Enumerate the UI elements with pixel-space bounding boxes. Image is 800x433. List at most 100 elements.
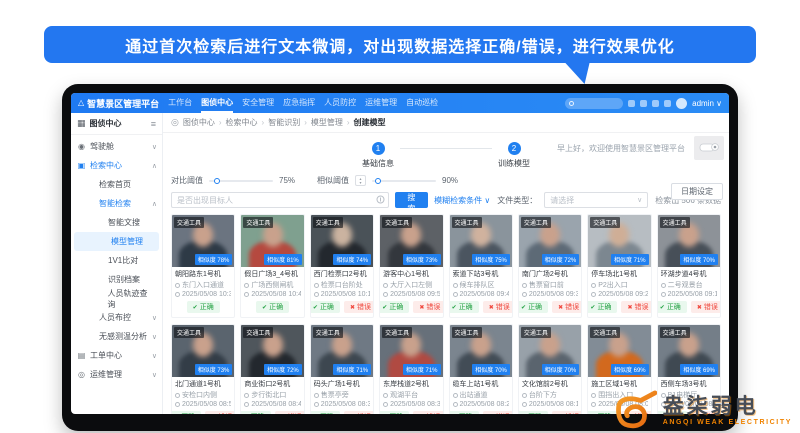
detection-photo[interactable]: 交通工具 相似度 72% — [241, 325, 304, 377]
breadcrumb-item[interactable]: 模型管理 — [311, 117, 343, 128]
wrong-button[interactable]: ✖错误 — [274, 411, 304, 414]
wrong-button[interactable]: ✖错误 — [413, 301, 443, 313]
sidebar-item-检索首页[interactable]: 检索首页 — [71, 175, 162, 194]
sidebar-item-人员轨迹查询[interactable]: 人员轨迹查询 — [71, 289, 162, 309]
correct-button[interactable]: ✔正确 — [657, 301, 687, 313]
result-card[interactable]: 交通工具 相似度 75% 索道下站3号机 候车排队区 2025/05/08 09… — [448, 214, 513, 318]
correct-button[interactable]: ✔正确 — [380, 411, 410, 414]
header-search-input[interactable] — [565, 97, 624, 109]
detection-photo[interactable]: 交通工具 相似度 73% — [380, 215, 443, 267]
sidebar-item-1V1比对[interactable]: 1V1比对 — [71, 251, 162, 270]
result-card[interactable]: 交通工具 相似度 72% 商业街口2号机 步行街北口 2025/05/08 08… — [240, 324, 305, 414]
breadcrumb-item[interactable]: 创建模型 — [354, 117, 386, 128]
detection-photo[interactable]: 交通工具 相似度 70% — [657, 215, 720, 267]
top-nav-item[interactable]: 工作台 — [168, 94, 192, 113]
detection-photo[interactable]: 交通工具 相似度 70% — [518, 325, 582, 377]
result-card[interactable]: 交通工具 相似度 71% 码头广场1号机 售票亭旁 2025/05/08 08:… — [309, 324, 375, 414]
correct-button[interactable]: ✔正确 — [256, 301, 290, 313]
correct-button[interactable]: ✔正确 — [380, 301, 410, 313]
wrong-button[interactable]: ✖错误 — [482, 301, 512, 313]
stepper-down-icon[interactable]: ▾ — [360, 180, 362, 185]
correct-button[interactable]: ✔正确 — [186, 301, 220, 313]
correct-button[interactable]: ✔正确 — [172, 411, 202, 414]
correct-button[interactable]: ✔正确 — [310, 301, 340, 313]
threshold2-stepper[interactable]: ▴ ▾ — [355, 175, 367, 186]
username[interactable]: admin ∨ — [692, 99, 722, 108]
top-nav-item[interactable]: 图侦中心 — [201, 94, 234, 113]
top-nav-item[interactable]: 应急指挥 — [283, 94, 315, 113]
sidebar-item-智能检索[interactable]: 智能检索 ∧ — [71, 194, 162, 213]
detection-photo[interactable]: 交通工具 相似度 69% — [657, 325, 720, 377]
detection-photo[interactable]: 交通工具 相似度 71% — [588, 215, 651, 267]
result-card[interactable]: 交通工具 相似度 70% 缆车上站1号机 出站通道 2025/05/08 08:… — [448, 324, 513, 414]
threshold1-slider[interactable] — [209, 177, 273, 184]
wrong-button[interactable]: ✖错误 — [690, 301, 720, 313]
correct-button[interactable]: ✔正确 — [449, 301, 479, 313]
correct-button[interactable]: ✔正确 — [449, 411, 479, 414]
result-card[interactable]: 交通工具 相似度 72% 南门广场2号机 售票窗口前 2025/05/08 09… — [517, 214, 583, 318]
attachment-icon[interactable] — [376, 195, 385, 204]
module-grid-icon[interactable]: ▦ — [77, 118, 86, 129]
wrong-button[interactable]: ✖错误 — [621, 301, 651, 313]
sidebar-item-运维管理[interactable]: ◎ 运维管理 ∨ — [71, 365, 162, 384]
threshold2-slider[interactable] — [372, 177, 437, 184]
avatar[interactable] — [676, 97, 688, 109]
file-type-select[interactable]: 请选择 ∨ — [544, 192, 649, 208]
wrong-button[interactable]: ✖错误 — [205, 411, 235, 414]
wrong-button[interactable]: ✖错误 — [413, 411, 443, 414]
correct-button[interactable]: ✔正确 — [518, 411, 549, 414]
breadcrumb-item[interactable]: 检索中心 — [226, 117, 258, 128]
result-card[interactable]: 交通工具 相似度 74% 西门检票口2号机 检票口台阶处 2025/05/08 … — [309, 214, 375, 318]
correct-button[interactable]: ✔正确 — [588, 301, 618, 313]
result-card[interactable]: 交通工具 相似度 70% 环湖步道4号机 二号观景台 2025/05/08 09… — [656, 214, 721, 318]
detection-photo[interactable]: 交通工具 相似度 69% — [588, 325, 651, 377]
detection-photo[interactable]: 交通工具 相似度 71% — [310, 325, 374, 377]
result-card[interactable]: 交通工具 相似度 81% 假日广场3_4号机 广场西侧闸机 2025/05/08… — [240, 214, 305, 318]
sidebar-item-人员布控[interactable]: 人员布控 ∨ — [71, 308, 162, 327]
correct-button[interactable]: ✔正确 — [518, 301, 549, 313]
sidebar-item-工单中心[interactable]: ▤ 工单中心 ∨ — [71, 346, 162, 365]
top-nav-item[interactable]: 运维管理 — [365, 94, 397, 113]
wrong-button[interactable]: ✖错误 — [552, 411, 582, 414]
sidebar-item-识别档案[interactable]: 识别档案 — [71, 270, 162, 289]
date-setting-button[interactable]: 日期设定 — [671, 183, 723, 200]
detection-photo[interactable]: 交通工具 相似度 74% — [310, 215, 374, 267]
top-nav-item[interactable]: 安全管理 — [242, 94, 274, 113]
result-card[interactable]: 交通工具 相似度 78% 朝阳路东1号机 东门入口通道 2025/05/08 1… — [171, 214, 236, 318]
detection-photo[interactable]: 交通工具 相似度 72% — [518, 215, 582, 267]
apps-icon[interactable] — [628, 99, 636, 107]
top-nav-item[interactable]: 自动巡检 — [406, 94, 438, 113]
search-button[interactable]: 搜索 — [394, 192, 429, 213]
wrong-button[interactable]: ✖错误 — [552, 301, 582, 313]
bell-icon[interactable] — [652, 99, 660, 107]
sidebar-item-智能文搜[interactable]: 智能文搜 — [71, 213, 162, 232]
target-search-input[interactable] — [171, 192, 389, 208]
sidebar-item-检索中心[interactable]: ▣ 检索中心 ∧ — [71, 156, 162, 175]
collapse-menu-icon[interactable]: ≡ — [151, 119, 156, 129]
detection-photo[interactable]: 交通工具 相似度 78% — [172, 215, 235, 267]
wrong-button[interactable]: ✖错误 — [343, 301, 374, 313]
back-icon[interactable]: ◎ — [171, 117, 179, 128]
sidebar-item-无感测温分析[interactable]: 无感测温分析 ∨ — [71, 327, 162, 346]
top-nav-item[interactable]: 人员防控 — [324, 94, 356, 113]
advanced-filter-link[interactable]: 模糊检索条件 ∨ — [434, 195, 490, 206]
result-card[interactable]: 交通工具 相似度 73% 北门通道1号机 安检口内侧 2025/05/08 08… — [171, 324, 236, 414]
wrong-button[interactable]: ✖错误 — [482, 411, 512, 414]
detection-photo[interactable]: 交通工具 相似度 70% — [449, 325, 512, 377]
detection-photo[interactable]: 交通工具 相似度 71% — [380, 325, 443, 377]
breadcrumb-item[interactable]: 智能识别 — [268, 117, 300, 128]
result-card[interactable]: 交通工具 相似度 73% 游客中心1号机 大厅入口左侧 2025/05/08 0… — [379, 214, 444, 318]
detection-photo[interactable]: 交通工具 相似度 75% — [449, 215, 512, 267]
breadcrumb-item[interactable]: 图侦中心 — [183, 117, 215, 128]
result-card[interactable]: 交通工具 相似度 71% 停车场北1号机 P2出入口 2025/05/08 09… — [587, 214, 652, 318]
sidebar-item-驾驶舱[interactable]: ◉ 驾驶舱 ∨ — [71, 137, 162, 156]
result-card[interactable]: 交通工具 相似度 71% 东岸栈道2号机 观湖平台 2025/05/08 08:… — [379, 324, 444, 414]
sidebar-item-模型管理[interactable]: 模型管理 — [74, 232, 159, 251]
wrong-button[interactable]: ✖错误 — [343, 411, 374, 414]
detection-photo[interactable]: 交通工具 相似度 73% — [172, 325, 235, 377]
message-icon[interactable] — [640, 99, 648, 107]
result-card[interactable]: 交通工具 相似度 70% 文化馆前2号机 台阶下方 2025/05/08 08:… — [517, 324, 583, 414]
fullscreen-icon[interactable] — [664, 99, 672, 107]
correct-button[interactable]: ✔正确 — [241, 411, 271, 414]
correct-button[interactable]: ✔正确 — [310, 411, 340, 414]
